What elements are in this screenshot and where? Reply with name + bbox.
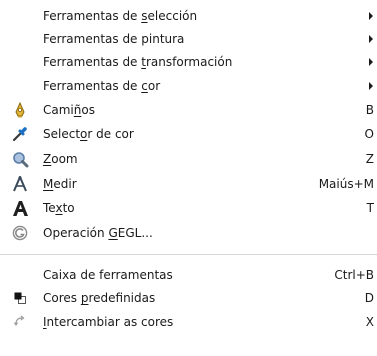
shortcut-label: Z xyxy=(365,152,374,167)
menu-item-label: Selector de cor xyxy=(43,127,134,142)
measure-icon xyxy=(11,175,29,193)
swap-colors-icon xyxy=(11,313,29,331)
gegl-icon xyxy=(11,224,29,242)
menu-item-paint-tools[interactable]: Ferramentas de pintura xyxy=(0,27,377,50)
color-picker-icon xyxy=(11,125,29,143)
shortcut-label: T xyxy=(366,201,374,216)
shortcut-label: D xyxy=(364,291,374,306)
submenu-arrow-icon xyxy=(369,35,373,44)
submenu-arrow-icon xyxy=(369,58,373,67)
paths-icon xyxy=(11,101,29,119)
menu-item-label: Caixa de ferramentas xyxy=(43,267,173,282)
menu-item-label: Ferramentas de pintura xyxy=(43,32,185,47)
menu-item-gegl-operation[interactable]: Operación GEGL... xyxy=(0,221,377,246)
menu-item-label: Ferramentas de cor xyxy=(43,78,161,93)
shortcut-label: X xyxy=(365,314,374,329)
menu-item-toolbox[interactable]: Caixa de ferramentas Ctrl+B xyxy=(0,263,377,286)
shortcut-label: Ctrl+B xyxy=(334,267,374,282)
menu-item-transform-tools[interactable]: Ferramentas de transformación xyxy=(0,51,377,74)
shortcut-label: O xyxy=(364,127,374,142)
menu-item-label: Ferramentas de selección xyxy=(43,8,198,23)
submenu-arrow-icon xyxy=(369,81,373,90)
default-colors-icon xyxy=(11,289,29,307)
menu-item-label: Cores predefinidas xyxy=(43,291,156,306)
menu-item-zoom[interactable]: Zoom Z xyxy=(0,147,377,172)
menu-item-selection-tools[interactable]: Ferramentas de selección xyxy=(0,4,377,27)
menu-item-label: Camiños xyxy=(43,102,95,117)
menu-item-paths[interactable]: Camiños B xyxy=(0,98,377,123)
menu-item-label: Zoom xyxy=(43,152,78,167)
zoom-icon xyxy=(11,150,29,168)
menu-item-label: Medir xyxy=(43,176,77,191)
menu-item-color-picker[interactable]: Selector de cor O xyxy=(0,122,377,147)
menu-item-swap-colors[interactable]: Intercambiar as cores X xyxy=(0,310,377,333)
menu-item-label: Intercambiar as cores xyxy=(43,314,174,329)
menu-item-label: Texto xyxy=(43,201,75,216)
tools-menu: Ferramentas de selección Ferramentas de … xyxy=(0,0,377,356)
submenu-arrow-icon xyxy=(369,11,373,20)
text-icon xyxy=(11,199,29,217)
menu-item-default-colors[interactable]: Cores predefinidas D xyxy=(0,287,377,310)
menu-item-text[interactable]: Texto T xyxy=(0,196,377,221)
menu-item-label: Ferramentas de transformación xyxy=(43,55,233,70)
menu-item-label: Operación GEGL... xyxy=(43,225,153,240)
menu-separator xyxy=(0,254,377,256)
shortcut-label: B xyxy=(365,102,374,117)
menu-item-color-tools[interactable]: Ferramentas de cor xyxy=(0,74,377,97)
menu-item-measure[interactable]: Medir Maiús+M xyxy=(0,171,377,196)
shortcut-label: Maiús+M xyxy=(318,176,374,191)
